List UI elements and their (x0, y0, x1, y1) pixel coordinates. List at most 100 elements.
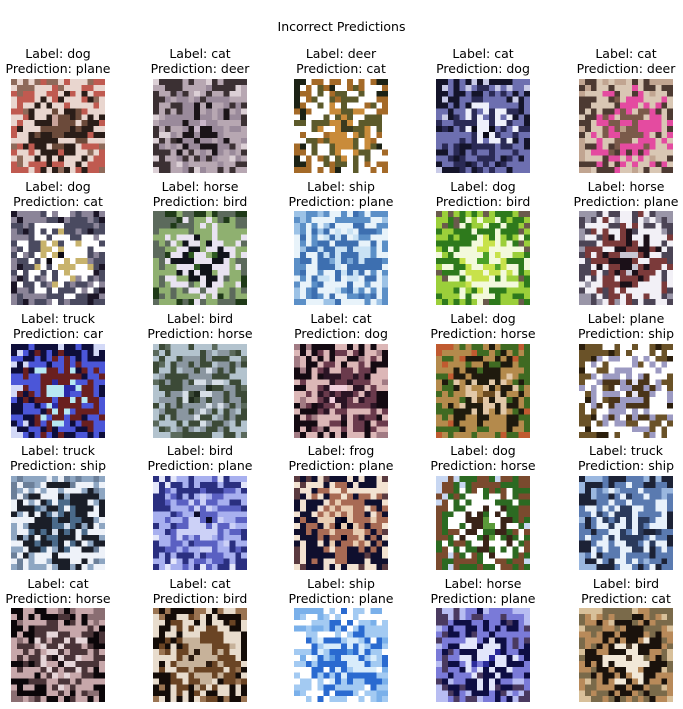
prediction-label-text: Prediction: ship (577, 326, 675, 341)
prediction-label-text: Prediction: plane (430, 591, 536, 606)
prediction-label-text: Prediction: plane (288, 194, 394, 209)
sample-thumbnail (579, 79, 673, 173)
sample-thumbnail (153, 344, 247, 438)
sample-thumbnail (153, 608, 247, 702)
prediction-label-text: Prediction: plane (5, 61, 111, 76)
prediction-label-text: Prediction: deer (576, 61, 676, 76)
thumbnail-pixels (579, 79, 673, 173)
true-label-text: Label: truck (21, 311, 95, 326)
prediction-cell: Label: cat Prediction: horse (0, 576, 123, 606)
prediction-cell: Label: cat Prediction: dog (418, 46, 548, 76)
prediction-cell: Label: cat Prediction: deer (561, 46, 683, 76)
prediction-cell: Label: cat Prediction: bird (135, 576, 265, 606)
prediction-cell: Label: cat Prediction: deer (135, 46, 265, 76)
prediction-label-text: Prediction: deer (150, 61, 250, 76)
sample-thumbnail (294, 79, 388, 173)
figure-title: Incorrect Predictions (277, 19, 406, 34)
sample-thumbnail (11, 476, 105, 570)
true-label-text: Label: cat (169, 46, 231, 61)
prediction-label-text: Prediction: horse (430, 458, 536, 473)
true-label-text: Label: horse (161, 179, 239, 194)
thumbnail-pixels (436, 608, 530, 702)
prediction-label-text: Prediction: plane (147, 458, 253, 473)
true-label-text: Label: horse (444, 576, 522, 591)
sample-thumbnail (153, 211, 247, 305)
prediction-label-text: Prediction: cat (296, 61, 386, 76)
thumbnail-pixels (294, 344, 388, 438)
true-label-text: Label: cat (169, 576, 231, 591)
thumbnail-pixels (11, 344, 105, 438)
true-label-text: Label: frog (307, 443, 375, 458)
thumbnail-pixels (436, 79, 530, 173)
sample-thumbnail (579, 608, 673, 702)
true-label-text: Label: truck (21, 443, 95, 458)
true-label-text: Label: bird (166, 443, 234, 458)
true-label-text: Label: deer (305, 46, 377, 61)
prediction-label-text: Prediction: dog (294, 326, 388, 341)
true-label-text: Label: cat (310, 311, 372, 326)
true-label-text: Label: dog (450, 179, 516, 194)
prediction-label-text: Prediction: cat (581, 591, 671, 606)
thumbnail-pixels (579, 608, 673, 702)
prediction-cell: Label: deer Prediction: cat (276, 46, 406, 76)
prediction-cell: Label: ship Prediction: plane (276, 576, 406, 606)
true-label-text: Label: ship (307, 179, 375, 194)
true-label-text: Label: ship (307, 576, 375, 591)
thumbnail-pixels (11, 211, 105, 305)
sample-thumbnail (579, 476, 673, 570)
prediction-label-text: Prediction: cat (13, 194, 103, 209)
sample-thumbnail (436, 344, 530, 438)
thumbnail-pixels (579, 476, 673, 570)
true-label-text: Label: plane (587, 311, 665, 326)
sample-thumbnail (11, 79, 105, 173)
sample-thumbnail (436, 79, 530, 173)
thumbnail-pixels (579, 211, 673, 305)
true-label-text: Label: cat (27, 576, 89, 591)
prediction-label-text: Prediction: car (13, 326, 103, 341)
thumbnail-pixels (436, 211, 530, 305)
sample-thumbnail (11, 211, 105, 305)
prediction-cell: Label: truck Prediction: ship (561, 443, 683, 473)
thumbnail-pixels (153, 476, 247, 570)
sample-thumbnail (294, 211, 388, 305)
prediction-label-text: Prediction: plane (288, 591, 394, 606)
prediction-cell: Label: dog Prediction: horse (418, 311, 548, 341)
prediction-label-text: Prediction: horse (147, 326, 253, 341)
thumbnail-pixels (153, 211, 247, 305)
true-label-text: Label: cat (595, 46, 657, 61)
sample-thumbnail (11, 608, 105, 702)
true-label-text: Label: dog (450, 311, 516, 326)
prediction-label-text: Prediction: horse (430, 326, 536, 341)
true-label-text: Label: bird (592, 576, 660, 591)
prediction-cell: Label: dog Prediction: bird (418, 179, 548, 209)
sample-thumbnail (579, 211, 673, 305)
thumbnail-pixels (11, 476, 105, 570)
sample-thumbnail (153, 476, 247, 570)
thumbnail-pixels (11, 608, 105, 702)
sample-thumbnail (436, 608, 530, 702)
prediction-cell: Label: ship Prediction: plane (276, 179, 406, 209)
prediction-label-text: Prediction: bird (152, 194, 248, 209)
prediction-cell: Label: bird Prediction: cat (561, 576, 683, 606)
prediction-label-text: Prediction: bird (152, 591, 248, 606)
sample-thumbnail (294, 608, 388, 702)
true-label-text: Label: cat (452, 46, 514, 61)
prediction-cell: Label: dog Prediction: cat (0, 179, 123, 209)
prediction-cell: Label: bird Prediction: plane (135, 443, 265, 473)
true-label-text: Label: dog (25, 46, 91, 61)
sample-thumbnail (294, 476, 388, 570)
thumbnail-pixels (294, 79, 388, 173)
true-label-text: Label: dog (25, 179, 91, 194)
prediction-cell: Label: dog Prediction: horse (418, 443, 548, 473)
true-label-text: Label: bird (166, 311, 234, 326)
thumbnail-pixels (294, 608, 388, 702)
prediction-cell: Label: bird Prediction: horse (135, 311, 265, 341)
prediction-label-text: Prediction: plane (288, 458, 394, 473)
prediction-cell: Label: frog Prediction: plane (276, 443, 406, 473)
prediction-label-text: Prediction: ship (577, 458, 675, 473)
thumbnail-pixels (153, 608, 247, 702)
prediction-cell: Label: cat Prediction: dog (276, 311, 406, 341)
true-label-text: Label: dog (450, 443, 516, 458)
prediction-label-text: Prediction: plane (573, 194, 679, 209)
thumbnail-pixels (579, 344, 673, 438)
